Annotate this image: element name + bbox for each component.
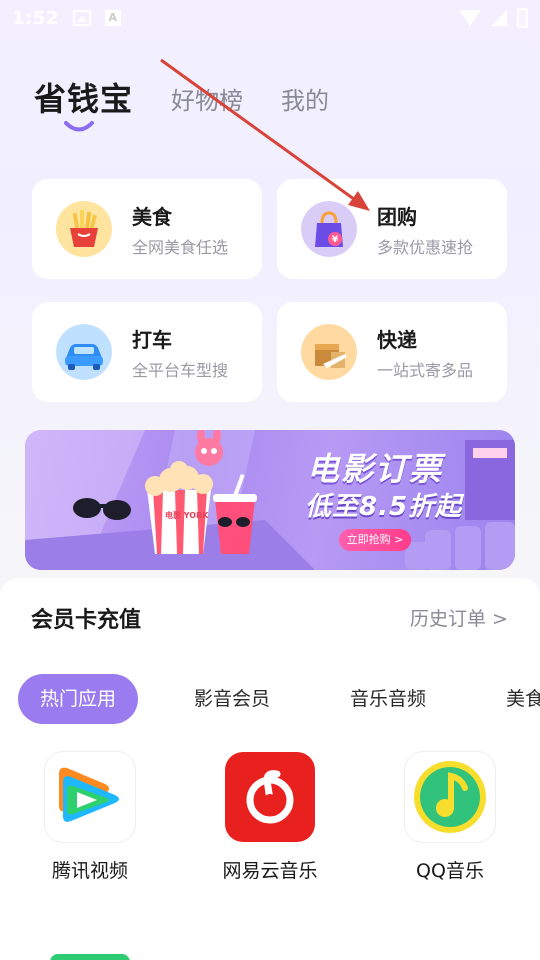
netease-music-icon [225, 752, 315, 842]
app-tencent-video[interactable]: 腾讯视频 [0, 752, 180, 883]
tab-active-indicator [64, 121, 94, 132]
next-row-app-icon[interactable] [50, 954, 130, 960]
category-tab-video[interactable]: 影音会员 [194, 674, 270, 724]
service-subtitle: 一站式寄多品 [377, 360, 474, 380]
app-label: 网易云音乐 [222, 860, 318, 882]
status-bar: 1:52 A [0, 0, 540, 36]
service-card-food[interactable]: 美食 全网美食任选 [32, 179, 262, 279]
tab-label: 省钱宝 [34, 80, 134, 118]
category-tab-hot[interactable]: 热门应用 [18, 674, 138, 724]
service-subtitle: 多款优惠速抢 [377, 237, 474, 257]
battery-icon [517, 8, 528, 28]
app-label: QQ音乐 [416, 860, 484, 882]
category-tabs: 热门应用 影音会员 音乐音频 美食 [18, 674, 540, 724]
service-card-express[interactable]: 快递 一站式寄多品 [277, 302, 507, 402]
fries-icon [56, 201, 112, 257]
tencent-video-icon [45, 752, 135, 842]
qq-music-icon [405, 752, 495, 842]
tab-shengqianbao[interactable]: 省钱宝 [34, 74, 134, 132]
app-netease-music[interactable]: 网易云音乐 [180, 752, 360, 883]
history-orders-link[interactable]: 历史订单 > [410, 604, 508, 631]
movie-ticket-banner[interactable]: 电影 YORK 电影订票 低至8.5折起 立即抢购 > [25, 430, 515, 570]
svg-text:¥: ¥ [332, 235, 339, 245]
category-tab-music[interactable]: 音乐音频 [350, 674, 426, 724]
service-card-taxi[interactable]: 打车 全平台车型搜 [32, 302, 262, 402]
top-tabs: 省钱宝 好物榜 我的 [34, 74, 329, 132]
popcorn-label: 电影 YORK [165, 511, 209, 520]
tab-mine[interactable]: 我的 [281, 81, 329, 120]
service-title: 打车 [132, 327, 172, 352]
wifi-icon [459, 10, 481, 26]
banner-title: 电影订票 [307, 450, 444, 488]
service-title: 美食 [132, 204, 172, 229]
service-card-groupbuy[interactable]: ¥ 团购 多款优惠速抢 [277, 179, 507, 279]
status-time: 1:52 [12, 7, 59, 29]
app-qq-music[interactable]: QQ音乐 [360, 752, 540, 883]
service-subtitle: 全平台车型搜 [132, 360, 229, 380]
service-title: 团购 [377, 204, 417, 229]
gallery-notification-icon [72, 10, 91, 26]
service-title: 快递 [377, 327, 417, 352]
car-icon [56, 324, 112, 380]
signal-icon [491, 10, 507, 26]
category-tab-food[interactable]: 美食 [506, 674, 540, 724]
banner-subtitle: 低至8.5折起 [305, 492, 463, 522]
font-notification-icon: A [104, 10, 121, 26]
parcel-icon [301, 324, 357, 380]
member-recharge-section: 会员卡充值 历史订单 > 热门应用 影音会员 音乐音频 美食 腾讯视频 网易云音… [0, 578, 540, 960]
service-subtitle: 全网美食任选 [132, 237, 229, 257]
tab-haowubang[interactable]: 好物榜 [171, 81, 243, 120]
section-title: 会员卡充值 [31, 608, 142, 633]
app-label: 腾讯视频 [51, 860, 128, 882]
banner-buy-button[interactable]: 立即抢购 > [339, 529, 411, 551]
shopping-bag-icon: ¥ [301, 201, 357, 257]
